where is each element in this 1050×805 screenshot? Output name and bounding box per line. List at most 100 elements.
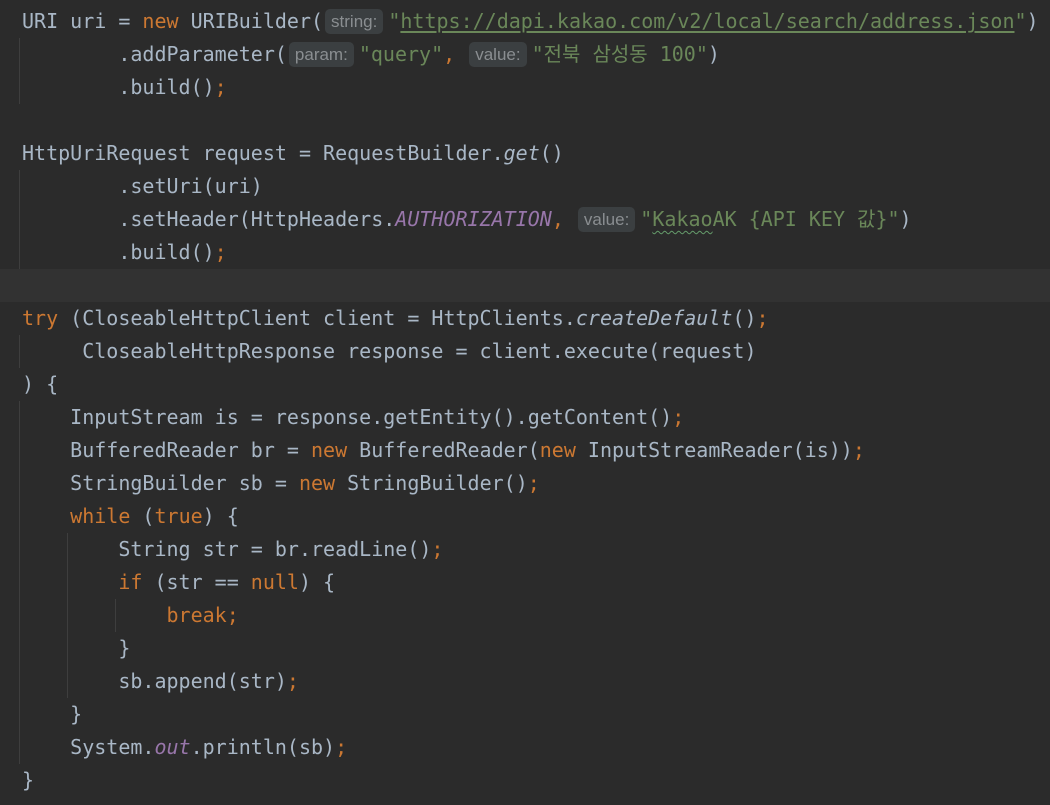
code-text[interactable]: .addParameter( — [22, 42, 287, 66]
string-literal[interactable]: "query" — [359, 42, 443, 66]
code-text[interactable]: BufferedReader br = — [22, 438, 311, 462]
static-method-token[interactable]: get — [504, 141, 540, 165]
keyword-token[interactable]: true — [154, 504, 202, 528]
code-line[interactable]: while (true) { — [0, 500, 1050, 533]
punctuation-token[interactable]: ; — [672, 405, 684, 429]
code-text[interactable]: .build() — [22, 75, 214, 99]
code-line[interactable]: try (CloseableHttpClient client = HttpCl… — [0, 302, 1050, 335]
code-text[interactable]: () — [732, 306, 756, 330]
punctuation-token[interactable]: ; — [757, 306, 769, 330]
code-line[interactable]: InputStream is = response.getEntity().ge… — [0, 401, 1050, 434]
keyword-token[interactable]: try — [22, 306, 58, 330]
code-text[interactable]: (str == — [142, 570, 250, 594]
punctuation-token[interactable]: ; — [215, 240, 227, 264]
code-line[interactable]: break; — [0, 599, 1050, 632]
keyword-token[interactable]: new — [311, 438, 347, 462]
string-literal[interactable]: " — [1014, 9, 1026, 33]
code-text[interactable]: URIBuilder( — [179, 9, 323, 33]
code-text[interactable]: } — [22, 768, 34, 792]
code-text[interactable]: StringBuilder sb = — [22, 471, 299, 495]
keyword-token[interactable]: new — [142, 9, 178, 33]
code-line[interactable]: } — [0, 632, 1050, 665]
code-line[interactable]: if (str == null) { — [0, 566, 1050, 599]
code-text[interactable] — [22, 570, 118, 594]
static-field-token[interactable]: AUTHORIZATION — [395, 207, 552, 231]
code-text[interactable]: .setHeader(HttpHeaders. — [22, 207, 395, 231]
punctuation-token[interactable]: ; — [335, 735, 347, 759]
code-lines[interactable]: URI uri = new URIBuilder(string: "https:/… — [0, 5, 1050, 797]
code-text[interactable]: InputStreamReader(is)) — [576, 438, 853, 462]
code-text[interactable]: HttpUriRequest request = RequestBuilder. — [22, 141, 504, 165]
code-line[interactable]: } — [0, 764, 1050, 797]
code-text[interactable]: ( — [130, 504, 154, 528]
code-line[interactable]: .build(); — [0, 236, 1050, 269]
parameter-name-hint: string: — [325, 9, 384, 34]
code-line[interactable]: .build(); — [0, 71, 1050, 104]
code-text[interactable]: .setUri(uri) — [22, 174, 263, 198]
code-line[interactable]: } — [0, 698, 1050, 731]
code-line[interactable]: BufferedReader br = new BufferedReader(n… — [0, 434, 1050, 467]
punctuation-token[interactable]: ; — [431, 537, 443, 561]
current-line[interactable] — [0, 269, 1050, 302]
code-text[interactable]: ) — [708, 42, 720, 66]
keyword-token[interactable]: break — [167, 603, 227, 627]
code-text[interactable] — [22, 603, 167, 627]
punctuation-token[interactable]: ; — [287, 669, 299, 693]
string-literal[interactable]: " — [640, 207, 652, 231]
code-text[interactable]: .build() — [22, 240, 214, 264]
keyword-token[interactable]: null — [251, 570, 299, 594]
code-text[interactable]: ) { — [299, 570, 335, 594]
keyword-token[interactable]: if — [118, 570, 142, 594]
code-text[interactable]: String str = br.readLine() — [22, 537, 431, 561]
code-text[interactable] — [22, 504, 70, 528]
punctuation-token[interactable]: ; — [215, 75, 227, 99]
keyword-token[interactable]: new — [540, 438, 576, 462]
code-text[interactable]: CloseableHttpResponse response = client.… — [22, 339, 756, 363]
typo-highlighted-word[interactable]: Kakao — [652, 207, 712, 231]
code-text[interactable]: BufferedReader( — [347, 438, 540, 462]
code-line[interactable]: .setUri(uri) — [0, 170, 1050, 203]
ide-window: { "editor": { "theme": { "background": "… — [0, 0, 1050, 805]
code-line[interactable]: .setHeader(HttpHeaders.AUTHORIZATION, va… — [0, 203, 1050, 236]
code-line[interactable]: URI uri = new URIBuilder(string: "https:/… — [0, 5, 1050, 38]
keyword-token[interactable]: new — [299, 471, 335, 495]
code-line[interactable]: System.out.println(sb); — [0, 731, 1050, 764]
punctuation-token[interactable]: , — [552, 207, 564, 231]
code-text[interactable]: (CloseableHttpClient client = HttpClient… — [58, 306, 576, 330]
code-text[interactable]: System. — [22, 735, 154, 759]
code-text[interactable]: StringBuilder() — [335, 471, 528, 495]
punctuation-token[interactable]: , — [443, 42, 455, 66]
punctuation-token[interactable]: ; — [853, 438, 865, 462]
string-literal[interactable]: AK {API KEY 값}" — [713, 207, 900, 231]
code-text[interactable]: ) — [900, 207, 912, 231]
code-line[interactable]: String str = br.readLine(); — [0, 533, 1050, 566]
punctuation-token[interactable]: ; — [227, 603, 239, 627]
code-line[interactable] — [0, 104, 1050, 137]
code-line[interactable]: HttpUriRequest request = RequestBuilder.… — [0, 137, 1050, 170]
code-line[interactable]: CloseableHttpResponse response = client.… — [0, 335, 1050, 368]
code-text[interactable]: ) { — [22, 372, 58, 396]
code-text[interactable]: sb.append(str) — [22, 669, 287, 693]
code-text[interactable]: InputStream is = response.getEntity().ge… — [22, 405, 672, 429]
code-text[interactable]: } — [22, 702, 82, 726]
code-text[interactable] — [455, 42, 467, 66]
code-text[interactable]: } — [22, 636, 130, 660]
url-link[interactable]: https://dapi.kakao.com/v2/local/search/a… — [400, 9, 1014, 33]
code-text[interactable]: URI uri = — [22, 9, 142, 33]
code-text[interactable]: .println(sb) — [191, 735, 336, 759]
code-text[interactable]: ) — [1027, 9, 1039, 33]
code-line[interactable]: sb.append(str); — [0, 665, 1050, 698]
code-line[interactable]: .addParameter(param: "query", value: "전북 삼… — [0, 38, 1050, 71]
code-line[interactable]: StringBuilder sb = new StringBuilder(); — [0, 467, 1050, 500]
code-text[interactable] — [564, 207, 576, 231]
code-text[interactable]: ) { — [203, 504, 239, 528]
keyword-token[interactable]: while — [70, 504, 130, 528]
static-field-token[interactable]: out — [154, 735, 190, 759]
code-text[interactable]: () — [540, 141, 564, 165]
code-editor[interactable]: URI uri = new URIBuilder(string: "https:/… — [0, 5, 1050, 797]
code-line[interactable]: ) { — [0, 368, 1050, 401]
punctuation-token[interactable]: ; — [528, 471, 540, 495]
static-method-token[interactable]: createDefault — [576, 306, 733, 330]
string-literal[interactable]: "전북 삼성동 100" — [532, 42, 708, 66]
string-literal[interactable]: " — [388, 9, 400, 33]
